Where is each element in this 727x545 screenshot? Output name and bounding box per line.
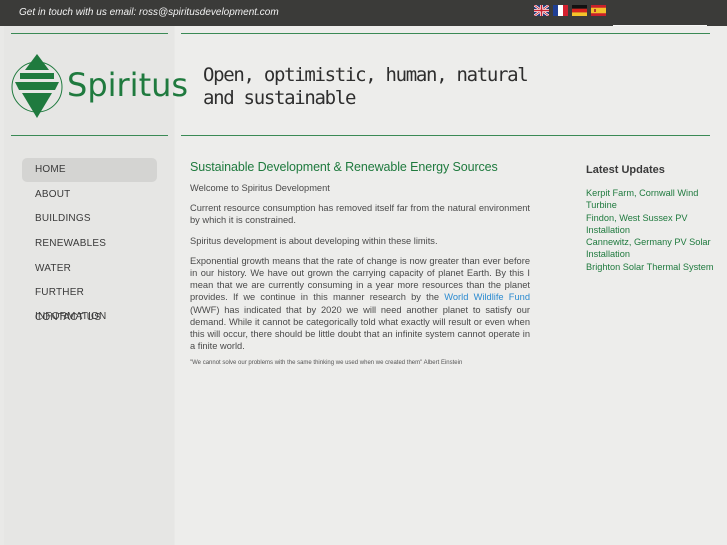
tagline-line-1: Open, optimistic, human, natural bbox=[203, 64, 529, 86]
update-link[interactable]: Kerpit Farm, Cornwall Wind Turbine bbox=[586, 187, 716, 212]
brand-name[interactable]: Spiritus bbox=[67, 66, 188, 104]
spiritus-logo-icon[interactable] bbox=[11, 52, 65, 120]
site-tagline: Open, optimistic, human, natural and sus… bbox=[203, 64, 533, 110]
update-link[interactable]: Brighton Solar Thermal System bbox=[586, 261, 716, 273]
growth-paragraph: Exponential growth means that the rate o… bbox=[190, 255, 530, 353]
limits-paragraph: Spiritus development is about developing… bbox=[190, 235, 438, 246]
nav-item-buildings[interactable]: BUILDINGS bbox=[22, 207, 157, 231]
latest-updates-title: Latest Updates bbox=[586, 164, 665, 176]
nav-item-about[interactable]: ABOUT bbox=[22, 183, 157, 207]
main-article: Sustainable Development & Renewable Ener… bbox=[190, 160, 530, 375]
latest-updates-panel: Latest Updates Kerpit Farm, Cornwall Win… bbox=[586, 164, 716, 273]
divider-right-bottom bbox=[181, 135, 710, 136]
welcome-text: Welcome to Spiritus Development bbox=[190, 183, 330, 193]
main-navigation: HOME ABOUT BUILDINGS RENEWABLES WATER FU… bbox=[22, 158, 157, 331]
nav-item-contact-us[interactable]: CONTACT US bbox=[22, 306, 157, 330]
update-link[interactable]: Findon, West Sussex PV Installation bbox=[586, 212, 716, 237]
wwf-link[interactable]: World Wildlife Fund bbox=[444, 292, 530, 302]
france-flag-icon[interactable] bbox=[553, 5, 568, 16]
nav-item-further-information[interactable]: FURTHER INFORMATION bbox=[22, 281, 157, 322]
uk-flag-icon[interactable] bbox=[534, 5, 549, 16]
divider-left-bottom bbox=[11, 135, 168, 136]
page-heading: Sustainable Development & Renewable Ener… bbox=[190, 160, 498, 174]
nav-item-home[interactable]: HOME bbox=[22, 158, 157, 182]
tagline-line-2: and sustainable bbox=[203, 87, 356, 109]
language-selector bbox=[534, 5, 606, 16]
divider-left-top bbox=[11, 33, 168, 34]
contact-email-text: Get in touch with us email: ross@spiritu… bbox=[19, 7, 279, 18]
top-bar: Get in touch with us email: ross@spiritu… bbox=[0, 0, 727, 26]
nav-item-renewables[interactable]: RENEWABLES bbox=[22, 232, 157, 256]
nav-item-water[interactable]: WATER bbox=[22, 257, 157, 281]
growth-text-end: (WWF) has indicated that by 2020 we will… bbox=[190, 304, 530, 352]
spain-flag-icon[interactable] bbox=[591, 5, 606, 16]
update-link[interactable]: Cannewitz, Germany PV Solar Installation bbox=[586, 236, 716, 261]
intro-paragraph: Current resource consumption has removed… bbox=[190, 203, 530, 226]
einstein-quote: "We cannot solve our problems with the s… bbox=[190, 360, 463, 367]
germany-flag-icon[interactable] bbox=[572, 5, 587, 16]
divider-right-top bbox=[181, 33, 710, 34]
